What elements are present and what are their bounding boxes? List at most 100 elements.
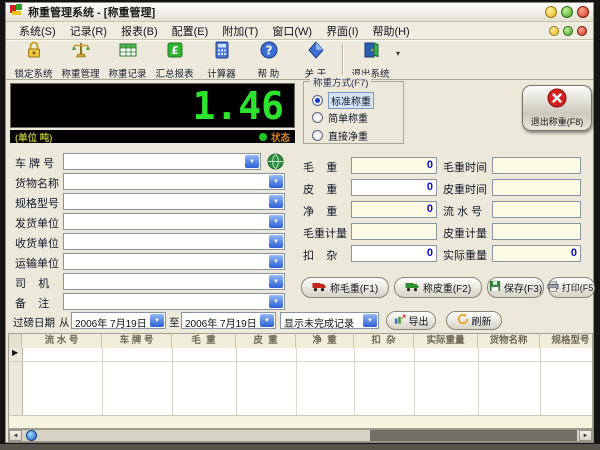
chevron-down-icon[interactable]: ▼ xyxy=(269,175,283,188)
chevron-down-icon[interactable]: ▼ xyxy=(269,295,283,308)
remark-combo[interactable]: ▼ xyxy=(63,293,285,310)
toolbar-item-label: 计算器 xyxy=(207,66,236,80)
child-close-button[interactable] xyxy=(577,26,587,36)
toolbar-item-weigh-manage[interactable]: 称重管理 xyxy=(57,42,104,79)
maximize-button[interactable] xyxy=(561,6,573,18)
net-weight-field[interactable]: 0 xyxy=(351,201,437,218)
sender-unit-combo[interactable]: ▼ xyxy=(63,213,285,230)
menu-item-help[interactable]: 帮助(H) xyxy=(365,22,416,40)
chevron-down-icon[interactable]: ▼ xyxy=(269,255,283,268)
menu-item-window[interactable]: 窗口(W) xyxy=(265,22,319,40)
header-cell-serial-no[interactable]: 流 水 号 xyxy=(22,334,102,348)
menu-item-system[interactable]: 系统(S) xyxy=(12,22,63,40)
child-minimize-button[interactable] xyxy=(549,26,559,36)
vehicle-no-label: 车 牌 号 xyxy=(15,155,54,171)
child-restore-button[interactable] xyxy=(563,26,573,36)
radio-icon[interactable] xyxy=(312,130,323,141)
toolbar-more-icon[interactable]: ▾ xyxy=(396,49,400,58)
menu-item-addons[interactable]: 附加(T) xyxy=(215,22,265,40)
tare-weight-field[interactable]: 0 xyxy=(351,179,437,196)
header-cell-gross[interactable]: 毛 重 xyxy=(172,334,236,348)
table-body[interactable]: ▶ xyxy=(9,348,592,428)
serial-no-field[interactable] xyxy=(492,201,581,218)
gross-meter-field[interactable] xyxy=(351,223,437,240)
gross-weight-field[interactable]: 0 xyxy=(351,157,437,174)
spec-model-combo[interactable]: ▼ xyxy=(63,193,285,210)
header-cell-vehicle-no[interactable]: 车 牌 号 xyxy=(102,334,172,348)
titlebar: 称重管理系统 - [称重管理] xyxy=(6,3,593,22)
deduction-field[interactable]: 0 xyxy=(351,245,437,262)
print-button[interactable]: 打印(F5) xyxy=(548,277,595,298)
toolbar-item-weigh-records[interactable]: 称重记录 xyxy=(104,42,151,79)
driver-combo[interactable]: ▼ xyxy=(63,273,285,290)
record-filter-combo[interactable]: 显示未完成记录 ▼ xyxy=(280,312,379,329)
toolbar-item-help[interactable]: ? 帮 助 xyxy=(245,42,292,79)
toolbar-item-lock-system[interactable]: 锁定系统 xyxy=(10,42,57,79)
chevron-down-icon[interactable]: ▼ xyxy=(363,314,377,327)
chevron-down-icon[interactable]: ▼ xyxy=(150,314,164,327)
tare-time-label: 皮重时间 xyxy=(443,181,487,197)
export-button[interactable]: 导出 xyxy=(386,311,436,330)
refresh-button[interactable]: 刷新 xyxy=(446,311,502,330)
toolbar-item-calculator[interactable]: 计算器 xyxy=(198,42,245,79)
chevron-down-icon[interactable]: ▼ xyxy=(269,215,283,228)
toolbar-item-about[interactable]: 关 于 xyxy=(292,42,339,79)
header-cell-deduction[interactable]: 扣 杂 xyxy=(354,334,414,348)
goods-name-combo[interactable]: ▼ xyxy=(63,173,285,190)
header-cell-tare[interactable]: 皮 重 xyxy=(236,334,296,348)
radio-selected-icon[interactable] xyxy=(312,95,323,106)
header-cell-actual[interactable]: 实际重量 xyxy=(414,334,478,348)
scroll-thumb[interactable] xyxy=(26,430,37,441)
export-icon xyxy=(394,313,406,328)
radio-direct-net[interactable]: 直接净重 xyxy=(312,128,368,143)
tare-time-field[interactable] xyxy=(492,179,581,196)
save-button[interactable]: 保存(F3) xyxy=(487,277,544,298)
radio-label: 标准称重 xyxy=(328,92,374,109)
radio-icon[interactable] xyxy=(312,112,323,123)
exit-weigh-button[interactable]: 退出称重(F8) xyxy=(522,85,592,131)
scroll-left-button[interactable]: ◄ xyxy=(9,430,22,441)
close-button[interactable] xyxy=(577,6,589,18)
menu-item-interface[interactable]: 界面(I) xyxy=(319,22,365,40)
horizontal-scrollbar[interactable]: ◄ ► xyxy=(8,429,593,442)
desktop-strip xyxy=(0,444,600,450)
header-cell-spec-model[interactable]: 规格型号 xyxy=(540,334,593,348)
weigh-mode-groupbox: 称重方式(F7) 标准称重 简单称重 直接净重 xyxy=(303,81,404,144)
from-date-combo[interactable]: 2006年 7月19日 ▼ xyxy=(71,312,166,329)
chevron-down-icon[interactable]: ▼ xyxy=(269,235,283,248)
tare-meter-field[interactable] xyxy=(492,223,581,240)
status-dot-icon xyxy=(259,133,267,141)
gross-time-field[interactable] xyxy=(492,157,581,174)
weight-value: 1.46 xyxy=(192,87,284,125)
summary-report-icon: £ xyxy=(165,40,185,65)
vehicle-no-combo[interactable]: ▼ xyxy=(63,153,261,170)
actual-weight-label: 实际重量 xyxy=(443,247,487,263)
gross-time-label: 毛重时间 xyxy=(443,159,487,175)
toolbar-item-summary-report[interactable]: £ 汇总报表 xyxy=(151,42,198,79)
menu-item-reports[interactable]: 报表(B) xyxy=(114,22,165,40)
weigh-mode-title: 称重方式(F7) xyxy=(310,75,371,89)
header-cell-goods-name[interactable]: 货物名称 xyxy=(478,334,540,348)
chevron-down-icon[interactable]: ▼ xyxy=(245,155,259,168)
radio-standard-weigh[interactable]: 标准称重 xyxy=(312,92,374,109)
menu-item-records[interactable]: 记录(R) xyxy=(63,22,114,40)
header-cell-net[interactable]: 净 重 xyxy=(296,334,354,348)
radio-label: 简单称重 xyxy=(328,110,368,125)
to-date-combo[interactable]: 2006年 7月19日 ▼ xyxy=(181,312,276,329)
chevron-down-icon[interactable]: ▼ xyxy=(260,314,274,327)
transport-unit-combo[interactable]: ▼ xyxy=(63,253,285,270)
actual-weight-field[interactable]: 0 xyxy=(492,245,581,262)
toolbar-item-exit-system[interactable]: 退出系统 xyxy=(347,42,394,79)
weigh-gross-button[interactable]: 称毛重(F1) xyxy=(301,277,389,298)
minimize-button[interactable] xyxy=(545,6,557,18)
radio-simple-weigh[interactable]: 简单称重 xyxy=(312,110,368,125)
unit-label: (单位 吨) xyxy=(15,130,52,144)
chevron-down-icon[interactable]: ▼ xyxy=(269,275,283,288)
scroll-right-button[interactable]: ► xyxy=(579,430,592,441)
receiver-unit-combo[interactable]: ▼ xyxy=(63,233,285,250)
weigh-tare-button[interactable]: 称皮重(F2) xyxy=(394,277,482,298)
globe-icon[interactable] xyxy=(267,153,284,175)
menu-item-config[interactable]: 配置(E) xyxy=(165,22,216,40)
exit-x-icon xyxy=(547,88,567,113)
chevron-down-icon[interactable]: ▼ xyxy=(269,195,283,208)
